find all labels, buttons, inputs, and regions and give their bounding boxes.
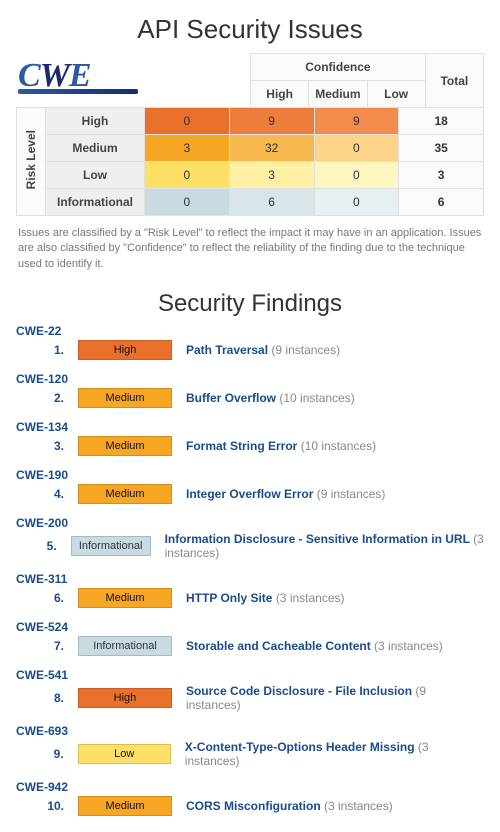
finding-row: 6.MediumHTTP Only Site (3 instances) (16, 586, 484, 614)
finding-title[interactable]: Information Disclosure - Sensitive Infor… (151, 532, 484, 560)
logo-letter-c: C (18, 57, 40, 94)
cwe-code[interactable]: CWE-120 (16, 372, 484, 386)
finding-index: 10. (16, 799, 78, 813)
matrix-cell: 0 (145, 108, 230, 135)
finding-row: 4.MediumInteger Overflow Error (9 instan… (16, 482, 484, 510)
finding-row: 5.InformationalInformation Disclosure - … (16, 530, 484, 566)
matrix-cell: 32 (229, 135, 314, 162)
page-title: API Security Issues (16, 14, 484, 45)
finding-index: 1. (16, 343, 78, 357)
risk-pill: Low (78, 744, 171, 764)
finding-index: 9. (16, 747, 78, 761)
finding-title[interactable]: CORS Misconfiguration (3 instances) (172, 799, 393, 813)
cwe-code[interactable]: CWE-190 (16, 468, 484, 482)
finding-title[interactable]: X-Content-Type-Options Header Missing (3… (171, 740, 484, 768)
cwe-code[interactable]: CWE-22 (16, 324, 484, 338)
cwe-code[interactable]: CWE-200 (16, 516, 484, 530)
risk-confidence-matrix: Confidence Total High Medium Low (144, 53, 484, 108)
cwe-code[interactable]: CWE-541 (16, 668, 484, 682)
matrix-cell: 9 (229, 108, 314, 135)
instance-count: (9 instances) (271, 343, 340, 357)
finding-row: 8.HighSource Code Disclosure - File Incl… (16, 682, 484, 718)
matrix-cell: 18 (399, 108, 484, 135)
matrix-row-label: Informational (46, 189, 145, 216)
risk-pill: Informational (71, 536, 151, 556)
matrix-cell: 6 (229, 189, 314, 216)
matrix-col-group: Confidence (251, 54, 426, 81)
matrix-col-high: High (251, 81, 309, 108)
cwe-code[interactable]: CWE-524 (16, 620, 484, 634)
matrix-cell: 0 (314, 162, 399, 189)
risk-pill: High (78, 688, 172, 708)
risk-pill: Informational (78, 636, 172, 656)
matrix-col-medium: Medium (309, 81, 367, 108)
finding-title[interactable]: Buffer Overflow (10 instances) (172, 391, 355, 405)
cwe-code[interactable]: CWE-942 (16, 780, 484, 794)
matrix-cell: 3 (145, 135, 230, 162)
finding-title[interactable]: Format String Error (10 instances) (172, 439, 376, 453)
instance-count: (3 instances) (276, 591, 345, 605)
risk-pill: Medium (78, 484, 172, 504)
risk-pill: High (78, 340, 172, 360)
instance-count: (10 instances) (279, 391, 354, 405)
risk-pill: Medium (78, 436, 172, 456)
cwe-code[interactable]: CWE-311 (16, 572, 484, 586)
instance-count: (3 instances) (324, 799, 393, 813)
findings-list: CWE-221.HighPath Traversal (9 instances)… (16, 324, 484, 822)
logo-letter-w: W (40, 57, 69, 94)
finding-row: 10.MediumCORS Misconfiguration (3 instan… (16, 794, 484, 822)
matrix-row-label: High (46, 108, 145, 135)
matrix-row-group: Risk Level (17, 108, 46, 216)
findings-title: Security Findings (16, 290, 484, 318)
matrix-cell: 0 (314, 135, 399, 162)
matrix-cell: 3 (399, 162, 484, 189)
cwe-logo: CWE (16, 53, 144, 94)
classification-note: Issues are classified by a "Risk Level" … (18, 226, 482, 272)
matrix-row-label: Medium (46, 135, 145, 162)
finding-index: 5. (16, 539, 71, 553)
instance-count: (3 instances) (374, 639, 443, 653)
risk-pill: Medium (78, 588, 172, 608)
finding-row: 1.HighPath Traversal (9 instances) (16, 338, 484, 366)
finding-index: 2. (16, 391, 78, 405)
instance-count: (10 instances) (301, 439, 376, 453)
summary-header: CWE Confidence Total High Medium Low (16, 53, 484, 108)
finding-title[interactable]: Storable and Cacheable Content (3 instan… (172, 639, 443, 653)
risk-pill: Medium (78, 388, 172, 408)
cwe-code[interactable]: CWE-693 (16, 724, 484, 738)
finding-title[interactable]: HTTP Only Site (3 instances) (172, 591, 345, 605)
matrix-col-total: Total (425, 54, 483, 108)
logo-letter-e: E (69, 57, 91, 94)
finding-index: 6. (16, 591, 78, 605)
cwe-code[interactable]: CWE-134 (16, 420, 484, 434)
finding-title[interactable]: Integer Overflow Error (9 instances) (172, 487, 385, 501)
finding-index: 8. (16, 691, 78, 705)
matrix-cell: 0 (145, 162, 230, 189)
finding-row: 7.InformationalStorable and Cacheable Co… (16, 634, 484, 662)
finding-title[interactable]: Source Code Disclosure - File Inclusion … (172, 684, 484, 712)
risk-pill: Medium (78, 796, 172, 816)
risk-confidence-matrix-body: Risk LevelHigh09918Medium332035Low0303In… (16, 107, 484, 216)
matrix-cell: 35 (399, 135, 484, 162)
finding-index: 3. (16, 439, 78, 453)
matrix-col-low: Low (367, 81, 425, 108)
matrix-cell: 0 (314, 189, 399, 216)
matrix-cell: 3 (229, 162, 314, 189)
matrix-row-label: Low (46, 162, 145, 189)
finding-title[interactable]: Path Traversal (9 instances) (172, 343, 340, 357)
finding-index: 7. (16, 639, 78, 653)
finding-row: 3.MediumFormat String Error (10 instance… (16, 434, 484, 462)
finding-index: 4. (16, 487, 78, 501)
instance-count: (9 instances) (317, 487, 386, 501)
finding-row: 9.LowX-Content-Type-Options Header Missi… (16, 738, 484, 774)
matrix-cell: 9 (314, 108, 399, 135)
finding-row: 2.MediumBuffer Overflow (10 instances) (16, 386, 484, 414)
matrix-cell: 6 (399, 189, 484, 216)
matrix-cell: 0 (145, 189, 230, 216)
